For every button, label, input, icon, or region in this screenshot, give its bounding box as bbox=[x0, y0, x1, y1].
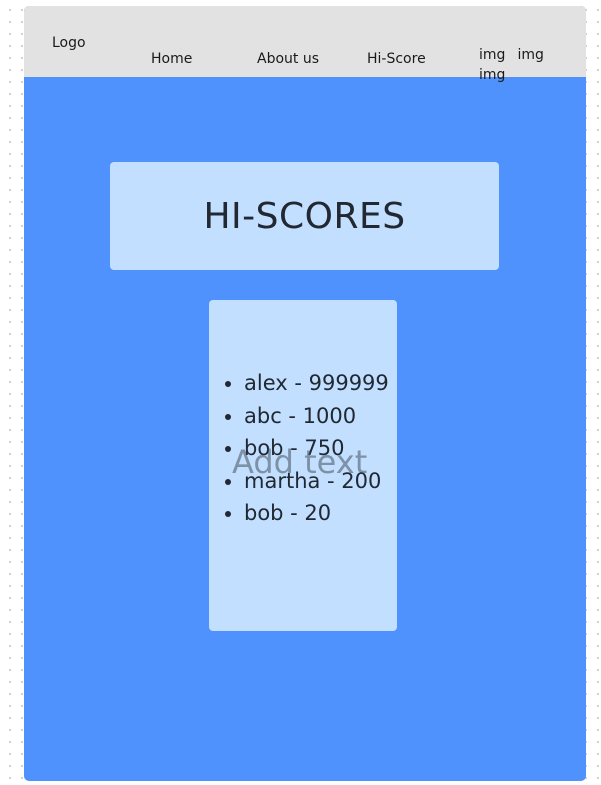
score-item: abc - 1000 bbox=[244, 400, 389, 433]
score-item: bob - 20 bbox=[244, 497, 389, 530]
nav-image-placeholder[interactable]: img bbox=[479, 66, 505, 84]
logo[interactable]: Logo bbox=[52, 34, 86, 52]
score-item: bob - 750 bbox=[244, 432, 389, 465]
page-frame: Logo Home About us Hi-Score img img img … bbox=[24, 6, 586, 781]
nav-image-placeholder[interactable]: img bbox=[479, 46, 505, 64]
nav-link-home[interactable]: Home bbox=[151, 50, 192, 68]
nav-link-about-us[interactable]: About us bbox=[257, 50, 319, 68]
nav-image-placeholder[interactable]: img bbox=[518, 46, 544, 64]
title-card: HI-SCORES bbox=[110, 162, 499, 270]
nav-link-hi-score[interactable]: Hi-Score bbox=[367, 50, 426, 68]
nav-image-placeholders: img img img bbox=[479, 44, 586, 84]
scores-list: alex - 999999 abc - 1000 bob - 750 marth… bbox=[209, 367, 389, 530]
score-item: martha - 200 bbox=[244, 465, 389, 498]
page-title: HI-SCORES bbox=[203, 195, 406, 237]
scores-card: alex - 999999 abc - 1000 bob - 750 marth… bbox=[209, 300, 397, 631]
score-item: alex - 999999 bbox=[244, 367, 389, 400]
navbar: Logo Home About us Hi-Score img img img bbox=[24, 6, 586, 83]
